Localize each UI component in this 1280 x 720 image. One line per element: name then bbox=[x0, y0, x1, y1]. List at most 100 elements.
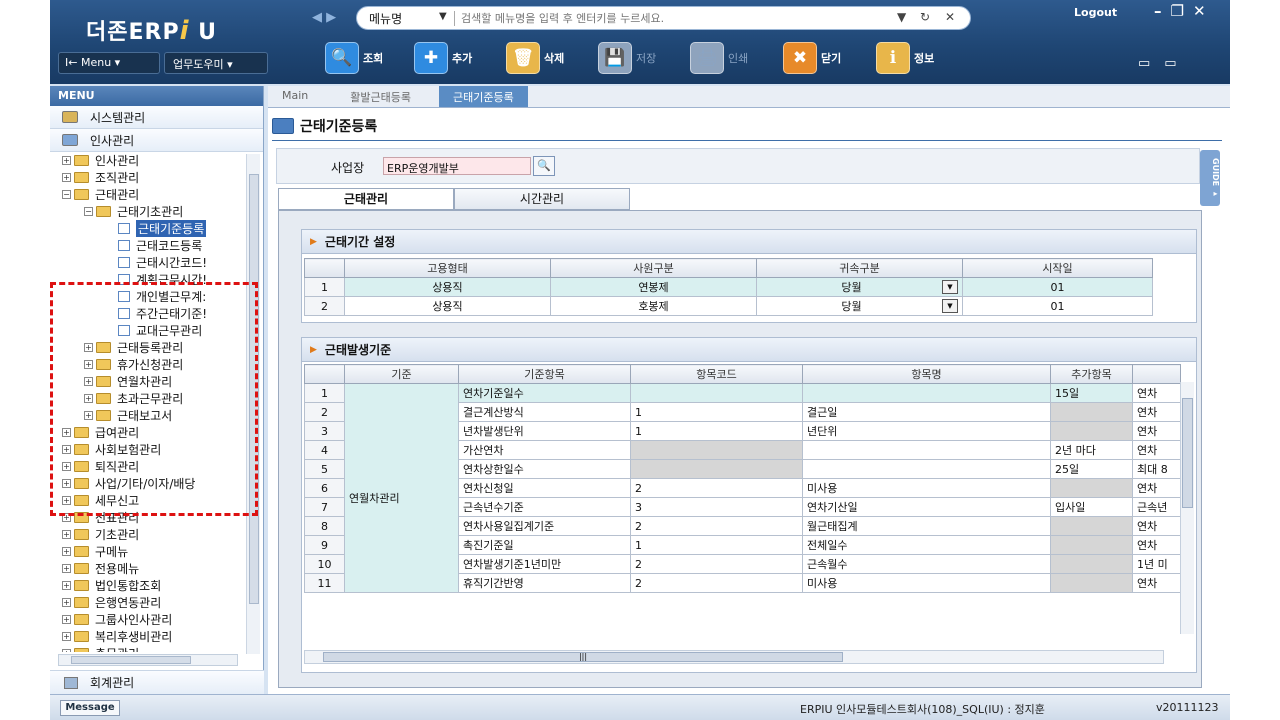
expand-icon[interactable]: − bbox=[62, 190, 71, 199]
grid-cell[interactable]: 휴직기간반영 bbox=[458, 573, 631, 593]
grid-cell[interactable]: 결근일 bbox=[802, 402, 1051, 422]
expand-icon[interactable]: + bbox=[62, 581, 71, 590]
grid-cell[interactable]: 근속년수기준 bbox=[458, 497, 631, 517]
sidebar-hscrollbar[interactable] bbox=[58, 654, 238, 666]
grid-cell[interactable]: 01 bbox=[962, 296, 1153, 316]
search-input[interactable] bbox=[461, 9, 891, 27]
grid-cell[interactable]: 2 bbox=[630, 516, 803, 536]
menu-page-item[interactable]: 근태기준등록 bbox=[50, 220, 246, 237]
toolbar-button-4[interactable]: 💾 저장 bbox=[598, 40, 656, 76]
dropdown-icon[interactable]: ▼ bbox=[897, 10, 906, 24]
close-icon[interactable]: ✕ bbox=[945, 10, 955, 24]
grid-cell[interactable]: 연차 bbox=[1132, 573, 1181, 593]
menu-folder-item[interactable]: + 구메뉴 bbox=[50, 543, 246, 560]
expand-icon[interactable]: + bbox=[62, 649, 71, 652]
toolbar-button-7[interactable]: ℹ 정보 bbox=[876, 40, 934, 76]
nav-arrows[interactable]: ◀ ▶ bbox=[312, 10, 336, 25]
grid-cell[interactable] bbox=[1050, 478, 1133, 498]
grid-cell[interactable] bbox=[1050, 421, 1133, 441]
grid-cell[interactable]: 1 bbox=[630, 421, 803, 441]
logout-link[interactable]: Logout bbox=[1074, 6, 1117, 19]
grid-cell[interactable]: 전체일수 bbox=[802, 535, 1051, 555]
tab-3[interactable]: 근태기준등록 bbox=[439, 86, 528, 107]
grid-cell[interactable] bbox=[1050, 516, 1133, 536]
grid-cell[interactable]: 연봉제 bbox=[550, 277, 757, 297]
grid-cell[interactable] bbox=[630, 459, 803, 479]
message-button[interactable]: Message bbox=[60, 700, 120, 716]
grid-cell[interactable]: 연차신청일 bbox=[458, 478, 631, 498]
grid-cell[interactable]: 2년 마다 bbox=[1050, 440, 1133, 460]
sidebar-group-system[interactable]: 시스템관리 bbox=[50, 106, 263, 129]
grid-vscrollbar[interactable] bbox=[1180, 382, 1194, 634]
sidebar-group-hr[interactable]: 인사관리 bbox=[50, 129, 263, 152]
chevron-down-icon[interactable]: ▼ bbox=[439, 11, 447, 22]
toolbar-button-6[interactable]: ✖ 닫기 bbox=[783, 40, 841, 76]
tab-time[interactable]: 시간관리 bbox=[454, 188, 630, 210]
grid-cell[interactable]: 근속년 bbox=[1132, 497, 1181, 517]
grid-cell[interactable]: 25일 bbox=[1050, 459, 1133, 479]
menu-folder-item[interactable]: − 근태관리 bbox=[50, 186, 246, 203]
grid-cell[interactable]: 년차발생단위 bbox=[458, 421, 631, 441]
grid-cell[interactable]: 연차 bbox=[1132, 383, 1181, 403]
menu-folder-item[interactable]: + 조직관리 bbox=[50, 169, 246, 186]
grid-cell[interactable]: 촉진기준일 bbox=[458, 535, 631, 555]
menu-folder-item[interactable]: + 기초관리 bbox=[50, 526, 246, 543]
grid-cell[interactable]: 연차 bbox=[1132, 516, 1181, 536]
expand-icon[interactable]: + bbox=[62, 530, 71, 539]
expand-icon[interactable]: + bbox=[62, 547, 71, 556]
sidebar-group-accounting[interactable]: 회계관리 bbox=[50, 670, 264, 694]
menu-folder-item[interactable]: + 법인통합조회 bbox=[50, 577, 246, 594]
grid-cell[interactable]: 당월 ▼ bbox=[756, 296, 963, 316]
expand-icon[interactable]: + bbox=[62, 598, 71, 607]
expand-icon[interactable]: + bbox=[62, 173, 71, 182]
expand-icon[interactable]: + bbox=[62, 156, 71, 165]
grid-cell[interactable]: 1 bbox=[630, 402, 803, 422]
grid-cell[interactable] bbox=[802, 440, 1051, 460]
toolbar-button-1[interactable]: 🔍 조회 bbox=[325, 40, 383, 76]
menu-folder-item[interactable]: + 인사관리 bbox=[50, 152, 246, 169]
grid-cell[interactable]: 연차상한일수 bbox=[458, 459, 631, 479]
grid-cell[interactable]: 01 bbox=[962, 277, 1153, 297]
dropdown-icon[interactable]: ▼ bbox=[942, 299, 958, 313]
grid-cell[interactable]: 2 bbox=[630, 478, 803, 498]
grid-hscrollbar[interactable]: ||| bbox=[304, 650, 1164, 664]
grid-cell[interactable]: 입사일 bbox=[1050, 497, 1133, 517]
grid-cell[interactable]: 연차기준일수 bbox=[458, 383, 631, 403]
grid-cell[interactable]: 3 bbox=[630, 497, 803, 517]
grid-cell[interactable] bbox=[1050, 554, 1133, 574]
grid-cell[interactable]: 호봉제 bbox=[550, 296, 757, 316]
search-icon[interactable]: 🔍 bbox=[533, 156, 555, 176]
grid-cell[interactable]: 연차 bbox=[1132, 440, 1181, 460]
grid-cell[interactable] bbox=[630, 383, 803, 403]
help-button[interactable]: 업무도우미 ▾ bbox=[164, 52, 268, 74]
grid-cell[interactable]: 연차기산일 bbox=[802, 497, 1051, 517]
grid-cell[interactable]: 2 bbox=[630, 573, 803, 593]
grid-cell[interactable]: 년단위 bbox=[802, 421, 1051, 441]
grid-cell[interactable]: 2 bbox=[630, 554, 803, 574]
refresh-icon[interactable]: ↻ bbox=[920, 10, 930, 24]
grid-cell[interactable]: 결근계산방식 bbox=[458, 402, 631, 422]
menu-folder-item[interactable]: − 근태기초관리 bbox=[50, 203, 246, 220]
grid-cell[interactable]: 연차사용일집계기준 bbox=[458, 516, 631, 536]
expand-icon[interactable]: + bbox=[62, 564, 71, 573]
site-field[interactable]: ERP운영개발부 bbox=[383, 157, 531, 175]
menu-folder-item[interactable]: + 총무관리 bbox=[50, 645, 246, 652]
table-row[interactable]: 1 상용직 연봉제 당월 ▼ 01 bbox=[304, 277, 1153, 297]
menu-folder-item[interactable]: + 은행연동관리 bbox=[50, 594, 246, 611]
search-category-select[interactable]: 메뉴명 bbox=[369, 10, 402, 27]
grid-cell[interactable]: 상용직 bbox=[344, 296, 551, 316]
tab-2[interactable]: 활발근태등록 bbox=[336, 86, 425, 107]
dropdown-icon[interactable]: ▼ bbox=[942, 280, 958, 294]
grid-cell[interactable]: 월근태집계 bbox=[802, 516, 1051, 536]
grid-cell[interactable]: 당월 ▼ bbox=[756, 277, 963, 297]
toolbar-button-3[interactable]: 🗑 삭제 bbox=[506, 40, 564, 76]
toolbar-button-5[interactable]: 🖨 인쇄 bbox=[690, 40, 748, 76]
guide-tab[interactable]: GUIDE ▸ bbox=[1200, 150, 1220, 206]
grid-cell[interactable]: 가산연차 bbox=[458, 440, 631, 460]
window-controls[interactable]: –❐✕ bbox=[1154, 2, 1215, 20]
table-row[interactable]: 1 연월차관리 연차기준일수 15일 연차 bbox=[304, 383, 1181, 593]
grid-cell[interactable]: 연차 bbox=[1132, 478, 1181, 498]
grid-cell[interactable]: 1년 미 bbox=[1132, 554, 1181, 574]
toolbar-button-2[interactable]: ✚ 추가 bbox=[414, 40, 472, 76]
grid-cell[interactable]: 연차발생기준1년미만 bbox=[458, 554, 631, 574]
